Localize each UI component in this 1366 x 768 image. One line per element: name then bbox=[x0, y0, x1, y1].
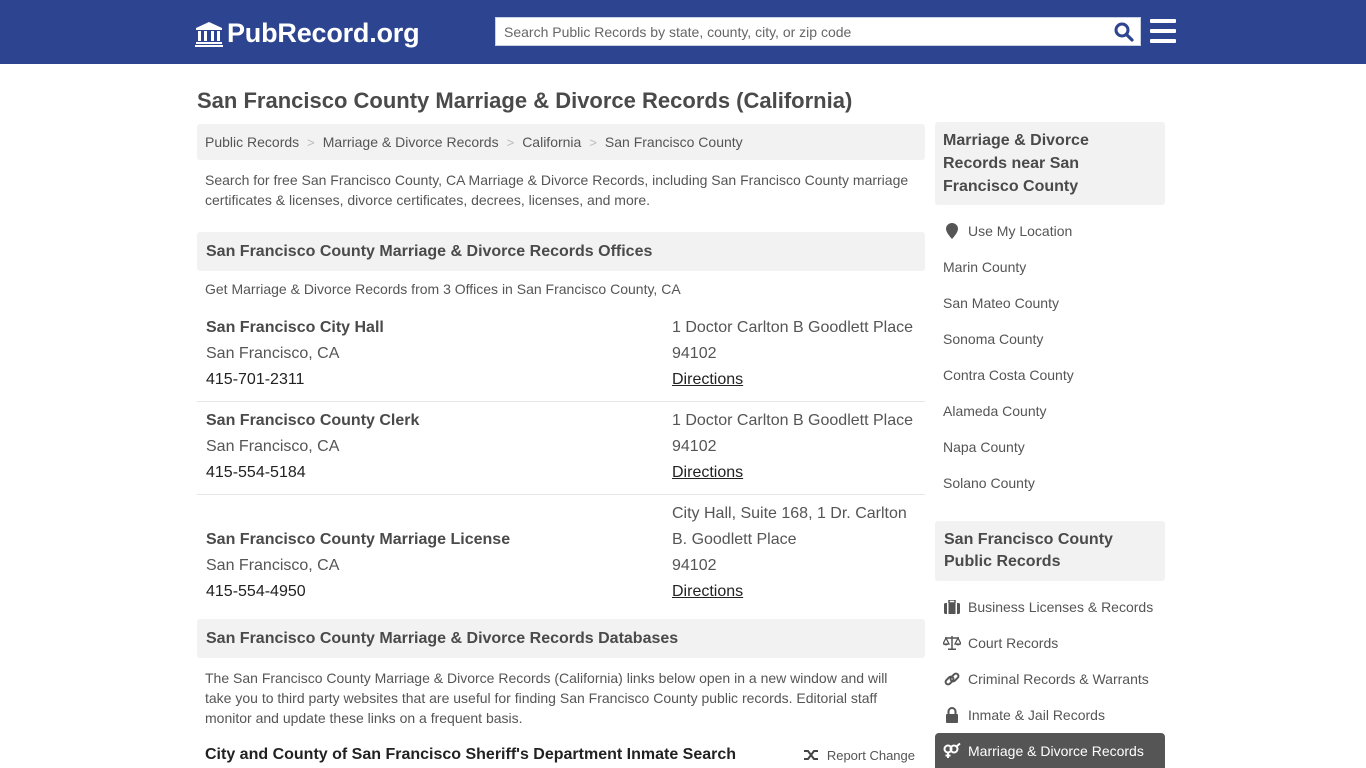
breadcrumb-separator: > bbox=[307, 134, 315, 150]
office-city: San Francisco, CA bbox=[206, 345, 340, 362]
office-address: 1 Doctor Carlton B Goodlett Place bbox=[672, 412, 914, 429]
search-button[interactable] bbox=[1108, 18, 1140, 45]
nearby-county-link[interactable]: Sonoma County bbox=[935, 321, 1165, 357]
report-change-button[interactable]: Report Change bbox=[803, 748, 915, 763]
public-records-list: Business Licenses & Records Court Record… bbox=[935, 581, 1165, 768]
shuffle-icon bbox=[803, 750, 818, 760]
nearby-county-link[interactable]: Contra Costa County bbox=[935, 357, 1165, 393]
sidebar-item-label: Court Records bbox=[968, 635, 1059, 651]
site-logo[interactable]: PubRecord.org bbox=[195, 18, 420, 49]
scales-icon bbox=[943, 636, 961, 650]
database-link[interactable]: City and County of San Francisco Sheriff… bbox=[205, 746, 736, 764]
search-bar bbox=[495, 17, 1141, 46]
office-phone[interactable]: 415-701-2311 bbox=[206, 367, 672, 393]
directions-link[interactable]: Directions bbox=[672, 583, 743, 600]
sidebar-item-label: Marriage & Divorce Records bbox=[968, 743, 1144, 759]
sidebar-item-criminal-records[interactable]: Criminal Records & Warrants bbox=[935, 661, 1165, 697]
databases-intro: The San Francisco County Marriage & Divo… bbox=[205, 670, 888, 726]
offices-subtext: Get Marriage & Divorce Records from 3 Of… bbox=[205, 281, 681, 297]
breadcrumb: Public Records > Marriage & Divorce Reco… bbox=[197, 124, 925, 160]
office-address-line2: B. Goodlett Place bbox=[672, 531, 797, 548]
nearby-list: Use My Location Marin County San Mateo C… bbox=[935, 205, 1165, 501]
directions-link[interactable]: Directions bbox=[672, 371, 743, 388]
sidebar-item-marriage-divorce[interactable]: Marriage & Divorce Records bbox=[935, 733, 1165, 768]
office-item: San Francisco County Marriage License Sa… bbox=[197, 495, 925, 613]
sidebar-item-label: Inmate & Jail Records bbox=[968, 707, 1105, 723]
breadcrumb-public-records[interactable]: Public Records bbox=[205, 134, 299, 150]
hamburger-menu-button[interactable] bbox=[1150, 19, 1176, 43]
use-my-location-label: Use My Location bbox=[968, 223, 1073, 239]
search-icon bbox=[1114, 22, 1134, 42]
office-name: San Francisco County Clerk bbox=[206, 412, 420, 429]
nearby-county-link[interactable]: Alameda County bbox=[935, 393, 1165, 429]
link-icon bbox=[943, 671, 961, 687]
nearby-county-link[interactable]: Napa County bbox=[935, 429, 1165, 465]
office-name: San Francisco City Hall bbox=[206, 319, 384, 336]
lock-icon bbox=[943, 707, 961, 723]
office-zip: 94102 bbox=[672, 557, 717, 574]
breadcrumb-marriage-divorce[interactable]: Marriage & Divorce Records bbox=[323, 134, 499, 150]
gender-icon bbox=[943, 743, 961, 759]
breadcrumb-separator: > bbox=[589, 134, 597, 150]
sidebar-item-label: Criminal Records & Warrants bbox=[968, 671, 1149, 687]
nearby-county-link[interactable]: Solano County bbox=[935, 465, 1165, 501]
office-name: San Francisco County Marriage License bbox=[206, 531, 511, 548]
map-marker-icon bbox=[943, 223, 961, 239]
breadcrumb-san-francisco-county[interactable]: San Francisco County bbox=[605, 134, 743, 150]
page-title: San Francisco County Marriage & Divorce … bbox=[197, 88, 853, 113]
sidebar-item-business-licenses[interactable]: Business Licenses & Records bbox=[935, 589, 1165, 625]
sidebar: Marriage & Divorce Records near San Fran… bbox=[935, 122, 1165, 768]
main-content: Public Records > Marriage & Divorce Reco… bbox=[197, 124, 925, 764]
nearby-heading: Marriage & Divorce Records near San Fran… bbox=[935, 122, 1165, 205]
office-zip: 94102 bbox=[672, 345, 717, 362]
breadcrumb-separator: > bbox=[506, 134, 515, 150]
menu-bar bbox=[1150, 19, 1176, 23]
courthouse-icon bbox=[195, 21, 223, 47]
office-phone[interactable]: 415-554-5184 bbox=[206, 460, 672, 486]
office-phone[interactable]: 415-554-4950 bbox=[206, 579, 672, 605]
database-item: City and County of San Francisco Sheriff… bbox=[197, 728, 925, 764]
intro-text: Search for free San Francisco County, CA… bbox=[205, 172, 909, 208]
offices-heading: San Francisco County Marriage & Divorce … bbox=[197, 232, 925, 271]
use-my-location-button[interactable]: Use My Location bbox=[935, 213, 1165, 249]
office-city: San Francisco, CA bbox=[206, 557, 340, 574]
sidebar-item-court-records[interactable]: Court Records bbox=[935, 625, 1165, 661]
sidebar-item-inmate-jail[interactable]: Inmate & Jail Records bbox=[935, 697, 1165, 733]
breadcrumb-california[interactable]: California bbox=[522, 134, 581, 150]
menu-bar bbox=[1150, 39, 1176, 43]
office-address: City Hall, Suite 168, 1 Dr. Carlton bbox=[672, 505, 907, 522]
office-item: San Francisco County Clerk San Francisco… bbox=[197, 402, 925, 495]
top-navbar: PubRecord.org bbox=[0, 0, 1366, 64]
office-address: 1 Doctor Carlton B Goodlett Place bbox=[672, 319, 914, 336]
logo-text: PubRecord.org bbox=[227, 18, 420, 48]
menu-bar bbox=[1150, 29, 1176, 33]
briefcase-icon bbox=[943, 600, 961, 614]
sidebar-item-label: Business Licenses & Records bbox=[968, 599, 1154, 615]
report-change-label: Report Change bbox=[826, 747, 915, 763]
nearby-county-link[interactable]: San Mateo County bbox=[935, 285, 1165, 321]
office-item: San Francisco City Hall San Francisco, C… bbox=[197, 309, 925, 402]
public-records-heading: San Francisco County Public Records bbox=[935, 521, 1165, 581]
directions-link[interactable]: Directions bbox=[672, 464, 743, 481]
office-city: San Francisco, CA bbox=[206, 438, 340, 455]
office-zip: 94102 bbox=[672, 438, 717, 455]
databases-heading: San Francisco County Marriage & Divorce … bbox=[197, 619, 925, 658]
nearby-county-link[interactable]: Marin County bbox=[935, 249, 1165, 285]
search-input[interactable] bbox=[496, 18, 1108, 45]
